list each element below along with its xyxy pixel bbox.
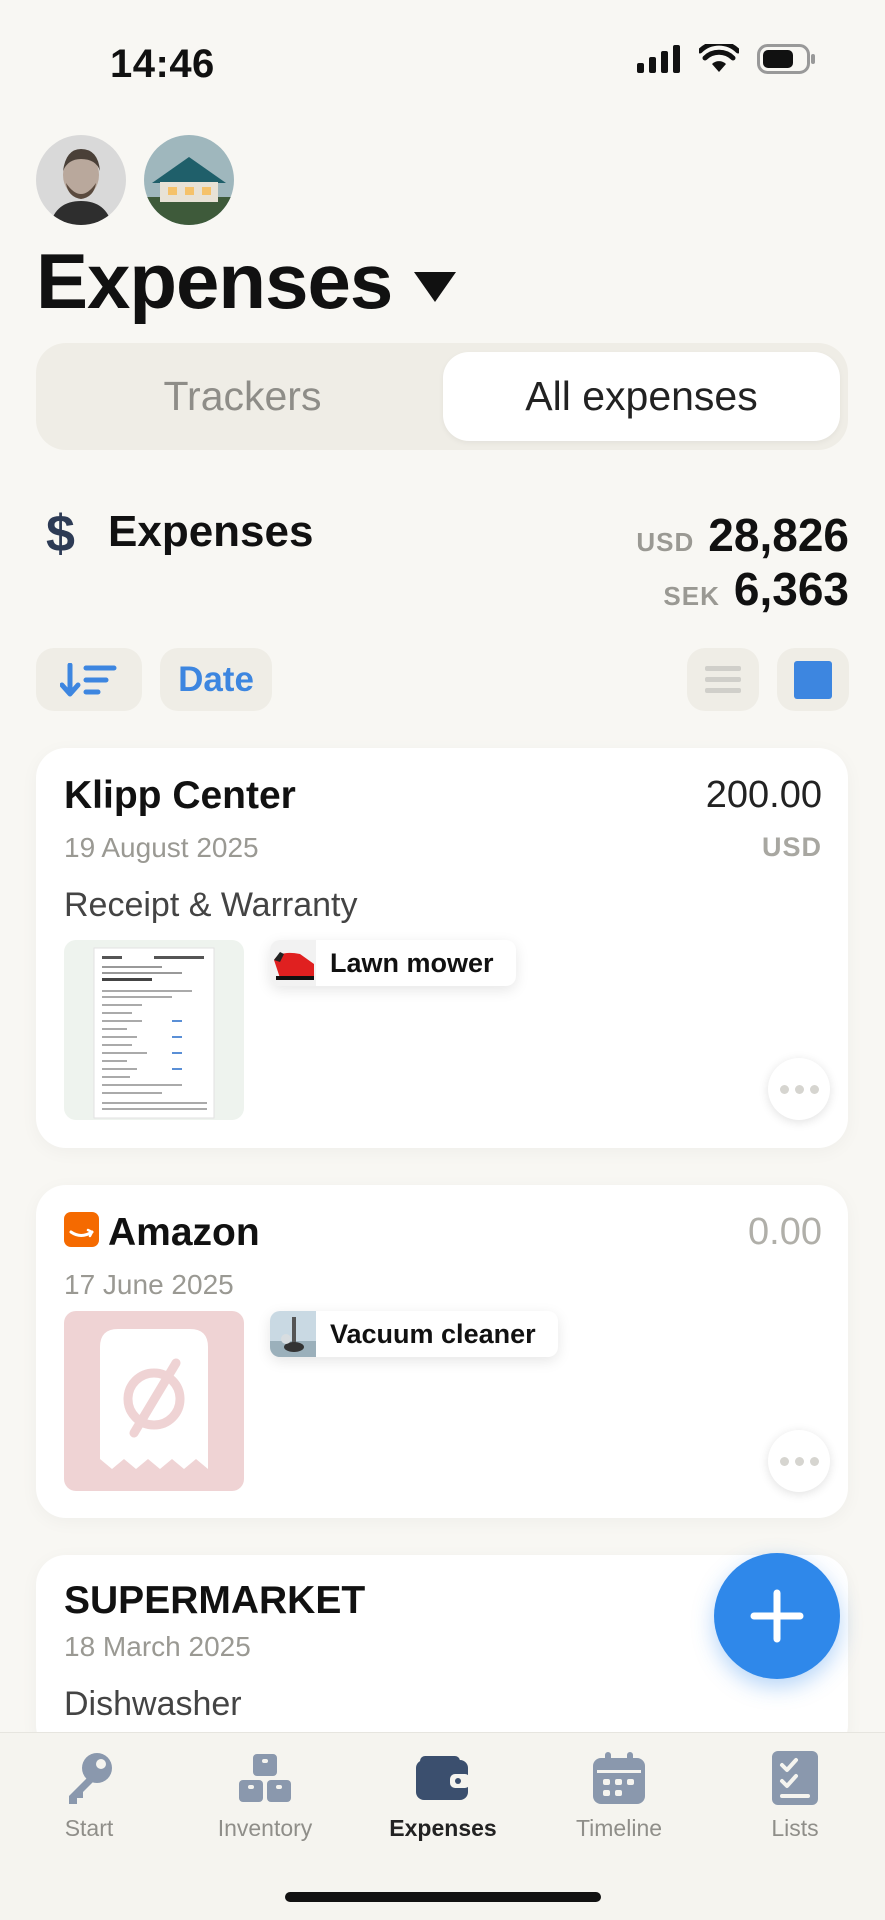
expense-merchant: SUPERMARKET [64, 1579, 366, 1622]
cellular-signal-icon [637, 45, 680, 73]
tab-timeline[interactable]: Timeline [544, 1747, 694, 1842]
list-view-icon [705, 665, 741, 693]
expense-date: 19 August 2025 [64, 832, 259, 863]
summary-label: Expenses [108, 507, 314, 556]
ellipsis-icon [779, 1456, 789, 1466]
dollar-icon: $ [46, 505, 75, 563]
expense-amount: 200.00 [705, 774, 822, 816]
add-expense-button[interactable] [714, 1553, 840, 1679]
sort-by-label: Date [178, 659, 254, 699]
page-title: Expenses [36, 237, 393, 325]
amazon-logo-icon [64, 1212, 99, 1247]
expense-date: 18 March 2025 [64, 1631, 251, 1662]
tab-label: Lists [771, 1815, 819, 1841]
tab-label: Timeline [575, 1815, 663, 1841]
grid-view-button[interactable] [777, 648, 849, 711]
page-title-dropdown[interactable]: Expenses [36, 236, 457, 327]
wallet-icon [416, 1756, 470, 1800]
total-amount: 6,363 [733, 563, 849, 615]
boxes-icon [239, 1754, 291, 1802]
segmented-control: Trackers All expenses [36, 343, 848, 450]
expense-note: Receipt & Warranty [64, 886, 358, 924]
key-icon [69, 1753, 112, 1804]
receipt-thumbnail[interactable] [64, 940, 244, 1120]
plus-icon [750, 1589, 804, 1643]
tab-inventory[interactable]: Inventory [190, 1747, 340, 1842]
total-currency: USD [636, 527, 695, 557]
total-currency: SEK [663, 581, 720, 611]
ellipsis-icon [779, 1084, 789, 1094]
list-view-button[interactable] [687, 648, 759, 711]
sort-order-button[interactable] [36, 648, 142, 711]
calendar-icon [593, 1752, 645, 1804]
tab-start[interactable]: Start [14, 1747, 164, 1842]
total-amount: 28,826 [708, 509, 849, 561]
tab-trackers[interactable]: Trackers [44, 352, 441, 441]
sort-descending-icon [60, 662, 117, 696]
expense-card[interactable]: Amazon 17 June 2025 0.00 Vacuum cleaner [36, 1185, 848, 1518]
home-indicator [285, 1892, 601, 1902]
user-avatar[interactable] [36, 135, 126, 225]
total-usd: USD 28,826 [636, 508, 849, 562]
home-avatar[interactable] [144, 135, 234, 225]
no-receipt-placeholder[interactable] [64, 1311, 244, 1491]
vacuum-cleaner-icon [270, 1311, 316, 1357]
more-options-button[interactable] [768, 1058, 830, 1120]
expense-currency: USD [761, 832, 822, 862]
total-sek: SEK 6,363 [663, 562, 849, 616]
checklist-icon [772, 1751, 818, 1805]
caret-down-icon [414, 271, 457, 302]
sort-by-button[interactable]: Date [160, 648, 272, 711]
linked-item-label: Vacuum cleaner [330, 1318, 536, 1349]
tab-label: Inventory [217, 1815, 313, 1841]
tab-label: Expenses [389, 1815, 497, 1841]
tab-all-expenses[interactable]: All expenses [443, 352, 840, 441]
linked-item-label: Lawn mower [330, 947, 494, 978]
status-icons [637, 44, 815, 74]
tab-lists[interactable]: Lists [720, 1747, 870, 1842]
wifi-icon [699, 44, 739, 72]
linked-item-tag[interactable]: Vacuum cleaner [270, 1311, 558, 1357]
expense-merchant: Klipp Center [64, 774, 296, 817]
tab-label: Start [64, 1815, 114, 1841]
expense-merchant: Amazon [108, 1211, 260, 1254]
more-options-button[interactable] [768, 1430, 830, 1492]
tab-expenses[interactable]: Expenses [368, 1747, 518, 1842]
expense-note: Dishwasher [64, 1685, 242, 1723]
battery-icon [757, 44, 815, 74]
lawn-mower-icon [270, 940, 316, 986]
expense-date: 17 June 2025 [64, 1269, 234, 1300]
grid-view-icon [794, 660, 832, 699]
linked-item-tag[interactable]: Lawn mower [270, 940, 516, 986]
expense-amount: 0.00 [748, 1211, 822, 1253]
no-receipt-icon [100, 1329, 208, 1469]
status-time: 14:46 [110, 42, 215, 86]
expense-card[interactable]: Klipp Center 19 August 2025 200.00 USD R… [36, 748, 848, 1148]
